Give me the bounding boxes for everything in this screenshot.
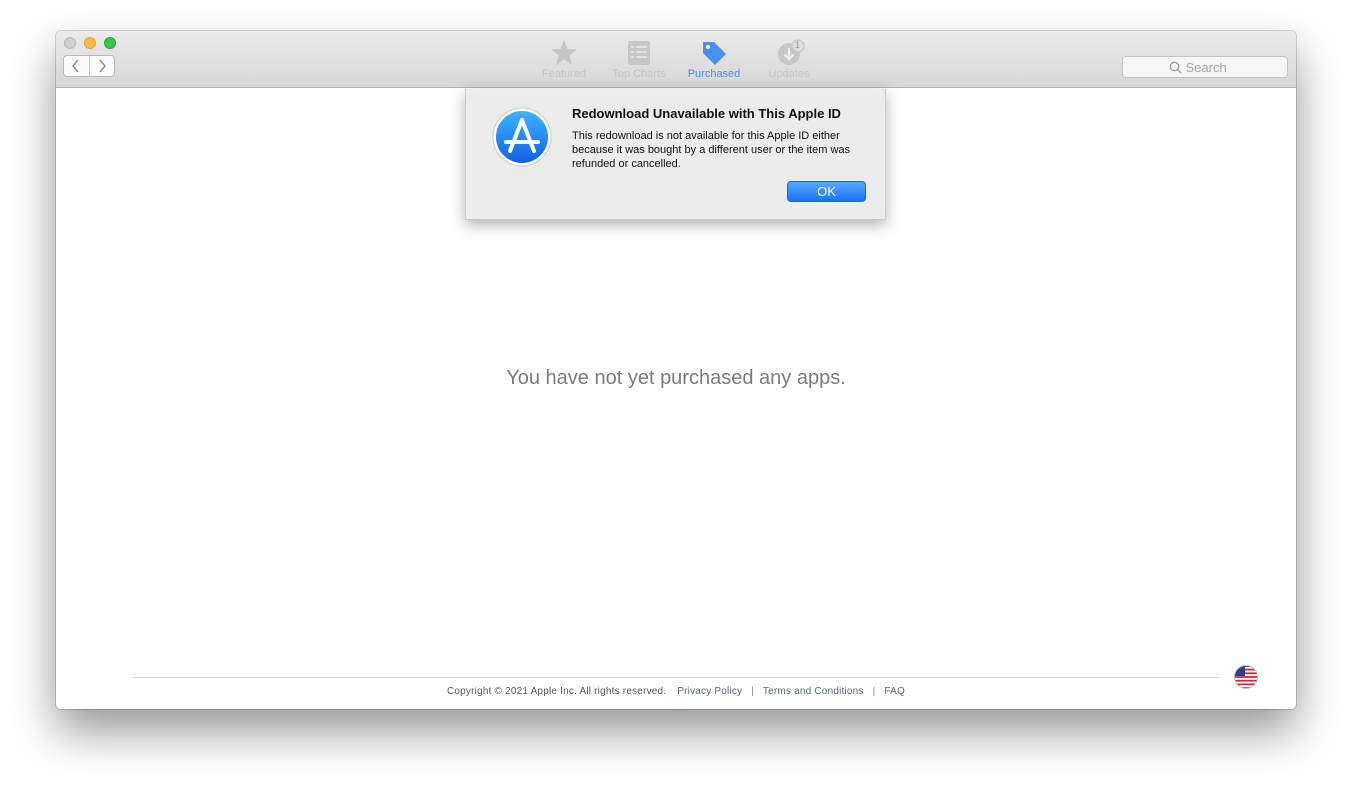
alert-message: This redownload is not available for thi… — [572, 130, 851, 170]
alert-sheet: Redownload Unavailable with This Apple I… — [465, 89, 886, 220]
search-icon — [1169, 61, 1181, 73]
star-icon — [551, 40, 577, 65]
forward-button[interactable] — [88, 56, 115, 76]
alert-title: Redownload Unavailable with This Apple I… — [572, 106, 841, 121]
list-icon — [628, 41, 650, 65]
ok-button[interactable]: OK — [787, 181, 866, 202]
zoom-window-button[interactable] — [104, 37, 116, 49]
chevron-left-icon — [72, 59, 79, 73]
tab-updates-label: Updates — [768, 68, 810, 80]
tab-featured-label: Featured — [541, 68, 587, 80]
updates-badge: 1 — [795, 40, 801, 50]
copyright-text: Copyright © 2021 Apple Inc. All rights r… — [446, 686, 667, 697]
search-input[interactable] — [1181, 59, 1242, 75]
chevron-right-icon — [99, 59, 106, 73]
faq-link[interactable]: FAQ — [884, 686, 905, 697]
app-store-window: Featured Top Charts Purchased 1 Updates … — [56, 31, 1296, 709]
tab-top-charts-label: Top Charts — [612, 68, 666, 80]
tab-top-charts[interactable]: Top Charts — [599, 39, 679, 80]
app-store-icon — [492, 107, 552, 167]
titlebar: Featured Top Charts Purchased 1 Updates … — [56, 31, 1296, 88]
updates-icon — [778, 39, 805, 65]
footer-separator: | — [751, 686, 755, 697]
footer-separator: | — [872, 686, 876, 697]
tag-icon — [703, 42, 726, 65]
back-forward-control — [63, 55, 115, 77]
privacy-policy-link[interactable]: Privacy Policy — [677, 686, 742, 697]
tab-purchased-label: Purchased — [687, 68, 741, 80]
back-button[interactable] — [64, 56, 89, 76]
tab-featured[interactable]: Featured — [524, 39, 604, 80]
us-flag-icon[interactable] — [1234, 665, 1258, 689]
footer-divider — [132, 677, 1220, 678]
tab-purchased[interactable]: Purchased — [674, 39, 754, 80]
terms-link[interactable]: Terms and Conditions — [763, 686, 864, 697]
empty-purchases-message: You have not yet purchased any apps. — [506, 367, 846, 389]
close-window-button[interactable] — [64, 37, 76, 49]
minimize-window-button[interactable] — [84, 37, 96, 49]
footer: Copyright © 2021 Apple Inc. All rights r… — [56, 686, 1296, 697]
tab-updates[interactable]: 1 Updates — [749, 39, 829, 80]
search-field[interactable] — [1122, 56, 1288, 78]
